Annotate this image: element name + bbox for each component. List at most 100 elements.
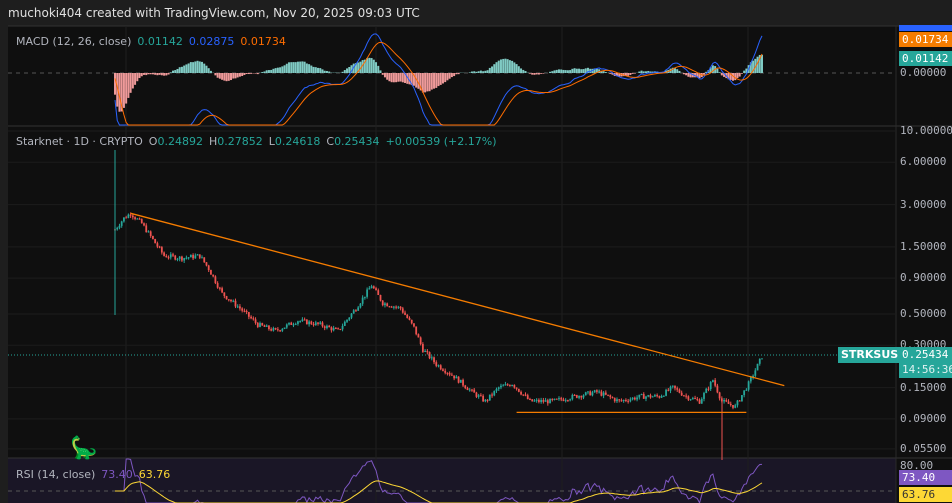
candle-body xyxy=(181,256,183,261)
candle-body xyxy=(241,308,244,311)
macd-histogram-bar xyxy=(368,57,371,73)
candle-body xyxy=(667,389,670,391)
candle-body xyxy=(290,322,293,325)
macd-histogram-bar xyxy=(448,73,451,79)
macd-histogram-bar xyxy=(256,73,259,75)
macd-histogram-bar xyxy=(573,68,576,73)
candle-body xyxy=(493,390,496,396)
macd-histogram-bar xyxy=(513,62,516,73)
macd-histogram-bar xyxy=(348,66,351,73)
candle-body xyxy=(203,257,206,263)
candle-body xyxy=(471,389,473,391)
macd-histogram-bar xyxy=(169,72,172,73)
candle-body xyxy=(569,399,572,401)
macd-histogram-bar xyxy=(156,73,159,76)
candle-body xyxy=(618,399,621,401)
candle-body xyxy=(444,370,447,373)
macd-histogram-bar xyxy=(189,62,192,73)
y-tick-label: 0.09000 xyxy=(900,411,947,425)
macd-histogram-bar xyxy=(276,67,279,73)
macd-histogram-bar xyxy=(167,73,170,75)
close-label: C xyxy=(326,135,335,148)
candle-body xyxy=(551,398,554,400)
candle-body xyxy=(546,400,549,404)
candle-body xyxy=(368,288,371,290)
candle-body xyxy=(535,399,538,401)
candle-body xyxy=(404,312,406,315)
candle-body xyxy=(531,399,534,402)
macd-histogram-bar xyxy=(274,68,277,73)
macd-histogram-bar xyxy=(377,65,380,73)
candle-body xyxy=(261,323,264,326)
macd-histogram-bar xyxy=(524,71,527,73)
candle-body xyxy=(196,254,199,256)
tradingview-logo-icon: 🦕 xyxy=(70,435,97,461)
candle-body xyxy=(375,288,377,291)
candle-body xyxy=(749,377,752,382)
macd-histogram-bar xyxy=(227,73,230,81)
candle-body xyxy=(426,350,429,353)
y-tick-label: 0.15000 xyxy=(900,380,947,394)
macd-histogram-bar xyxy=(176,68,179,73)
macd-histogram-bar xyxy=(343,70,346,73)
candle-body xyxy=(127,214,130,218)
macd-histogram-bar xyxy=(553,70,556,73)
symbol-line[interactable]: Starknet · 1D · CRYPTO xyxy=(16,135,143,148)
macd-histogram-bar xyxy=(640,70,643,73)
candle-body xyxy=(254,319,257,323)
macd-histogram-bar xyxy=(294,62,297,73)
candle-body xyxy=(732,405,734,408)
candle-body xyxy=(725,400,728,402)
candle-body xyxy=(457,376,460,383)
candle-body xyxy=(506,384,509,386)
macd-histogram-bar xyxy=(205,65,208,73)
macd-histogram-bar xyxy=(317,67,320,73)
macd-histogram-bar xyxy=(446,73,449,81)
macd-histogram-bar xyxy=(375,62,378,73)
countdown: 14:56:36 xyxy=(902,363,952,376)
macd-histogram-bar xyxy=(631,73,634,74)
candle-body xyxy=(415,326,418,335)
candle-body xyxy=(350,313,353,318)
macd-histogram-bar xyxy=(319,68,322,73)
candle-body xyxy=(654,395,656,397)
candle-body xyxy=(321,322,324,327)
macd-histogram-bar xyxy=(180,66,183,73)
macd-histogram-bar xyxy=(702,73,705,75)
macd-histogram-bar xyxy=(265,70,268,73)
macd-histogram-bar xyxy=(424,73,427,93)
candle-body xyxy=(613,398,616,402)
candle-body xyxy=(165,255,168,258)
macd-histogram-bar xyxy=(484,70,487,73)
macd-histogram-bar xyxy=(310,65,313,73)
candle-body xyxy=(537,399,540,402)
candle-body xyxy=(669,386,672,391)
candle-body xyxy=(192,254,194,259)
candle-body xyxy=(297,321,299,324)
macd-histogram-bar xyxy=(163,73,166,76)
candle-body xyxy=(185,257,188,259)
candle-body xyxy=(239,306,241,309)
macd-histogram-bar xyxy=(230,73,233,81)
candle-body xyxy=(604,392,607,395)
low-value: 0.24618 xyxy=(274,135,321,148)
candle-body xyxy=(357,307,360,311)
macd-histogram-bar xyxy=(638,71,641,73)
macd-histogram-bar xyxy=(528,73,531,74)
macd-histogram-bar xyxy=(198,61,201,73)
chart-canvas[interactable]: 🦕 xyxy=(0,0,952,503)
macd-histogram-bar xyxy=(515,64,518,73)
candle-body xyxy=(700,398,703,404)
candle-body xyxy=(651,396,654,398)
macd-histogram-bar xyxy=(488,67,491,73)
candle-body xyxy=(734,405,737,408)
macd-histogram-bar xyxy=(482,71,485,73)
macd-histogram-bar xyxy=(383,73,386,78)
candle-body xyxy=(738,400,741,402)
candle-body xyxy=(194,255,197,259)
candle-body xyxy=(580,395,583,398)
candle-body xyxy=(714,380,717,386)
macd-histogram-bar xyxy=(535,73,538,75)
candle-body xyxy=(691,398,694,400)
candle-body xyxy=(413,323,415,327)
